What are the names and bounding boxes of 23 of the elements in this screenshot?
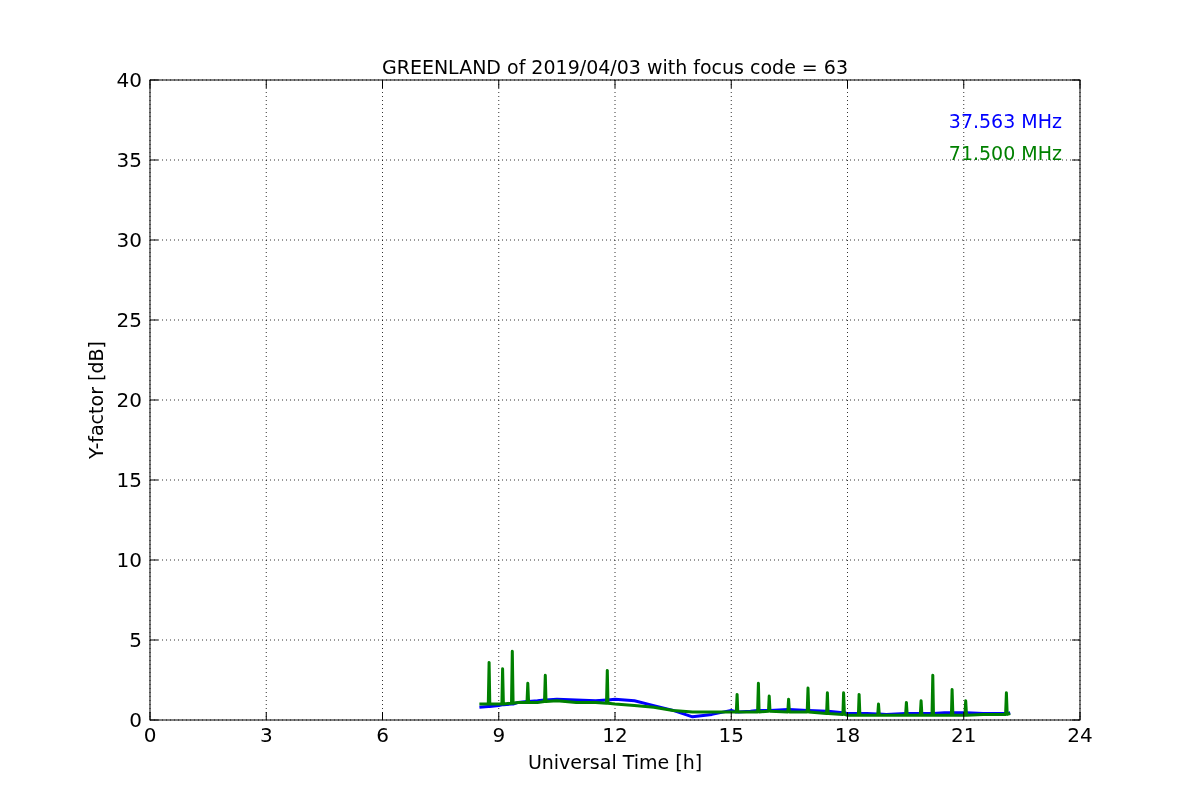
- x-tick-label: 15: [718, 723, 744, 747]
- legend-label: 71.500 MHz: [948, 142, 1062, 164]
- y-tick-label: 0: [129, 708, 142, 732]
- y-tick-label: 35: [116, 148, 142, 172]
- x-axis-label: Universal Time [h]: [527, 751, 703, 773]
- x-tick-label: 18: [834, 723, 861, 747]
- x-tick-label: 6: [376, 723, 389, 747]
- y-tick-label: 15: [116, 468, 142, 492]
- y-axis-label: Y-factor [dB]: [85, 341, 107, 459]
- y-tick-label: 10: [116, 548, 142, 572]
- y-tick-label: 25: [116, 308, 142, 332]
- y-tick-label: 20: [116, 388, 142, 412]
- y-tick-label: 30: [116, 228, 142, 252]
- x-tick-label: 24: [1067, 723, 1093, 747]
- y-tick-label: 40: [116, 68, 142, 92]
- chart-title: GREENLAND of 2019/04/03 with focus code = 63: [382, 56, 848, 78]
- x-tick-label: 12: [602, 723, 628, 747]
- x-tick-label: 0: [143, 723, 157, 747]
- y-tick-label: 5: [129, 628, 142, 652]
- x-tick-label: 9: [492, 723, 506, 747]
- x-tick-label: 3: [259, 723, 273, 747]
- x-tick-label: 21: [951, 723, 977, 747]
- legend-label: 37.563 MHz: [948, 110, 1062, 132]
